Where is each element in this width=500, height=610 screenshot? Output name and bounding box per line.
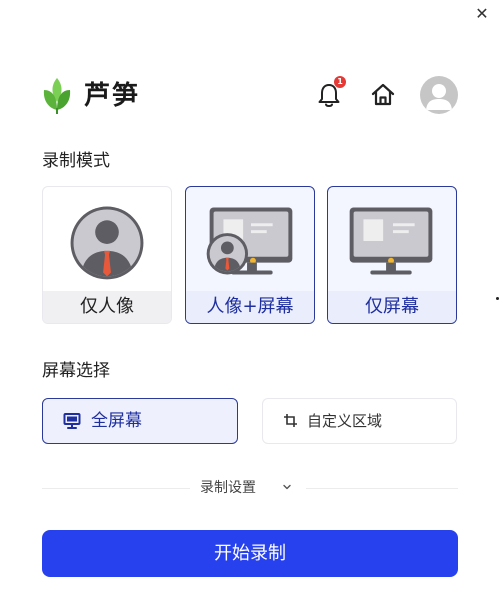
recording-settings-toggle[interactable]: 录制设置 (200, 478, 300, 500)
mode-label: 人像+屏幕 (186, 291, 314, 323)
mode-card-portrait-only[interactable]: 仅人像 (42, 186, 172, 324)
divider (306, 488, 458, 489)
recording-settings-label: 录制设置 (200, 480, 256, 496)
desktop-icon (63, 413, 81, 429)
chevron-down-icon (283, 484, 291, 490)
start-recording-button[interactable]: 开始录制 (42, 530, 458, 577)
user-avatar[interactable] (420, 76, 458, 114)
fullscreen-label: 全屏幕 (91, 411, 142, 431)
header: 芦笋 1 (40, 74, 460, 118)
home-icon[interactable] (369, 81, 397, 109)
monitor-with-person-icon (206, 207, 293, 275)
notification-badge: 1 (334, 76, 346, 88)
stray-dot (496, 297, 499, 300)
close-icon: ✕ (475, 4, 489, 23)
monitor-icon (349, 207, 433, 275)
app-name: 芦笋 (84, 81, 141, 111)
custom-area-label: 自定义区域 (307, 412, 383, 430)
close-button[interactable]: ✕ (472, 4, 492, 24)
recording-mode-title: 录制模式 (42, 151, 110, 171)
screen-select-title: 屏幕选择 (42, 361, 110, 381)
mode-card-screen-only[interactable]: 仅屏幕 (327, 186, 457, 324)
mode-label: 仅屏幕 (328, 291, 456, 323)
mode-label: 仅人像 (43, 291, 171, 323)
person-portrait-icon (70, 206, 144, 280)
mode-card-portrait-screen[interactable]: 人像+屏幕 (185, 186, 315, 324)
crop-icon (284, 414, 297, 427)
leaf-logo-icon (43, 78, 71, 114)
fullscreen-button[interactable]: 全屏幕 (42, 398, 238, 444)
custom-area-button[interactable]: 自定义区域 (262, 398, 457, 444)
user-avatar-icon (426, 84, 452, 110)
divider (42, 488, 190, 489)
